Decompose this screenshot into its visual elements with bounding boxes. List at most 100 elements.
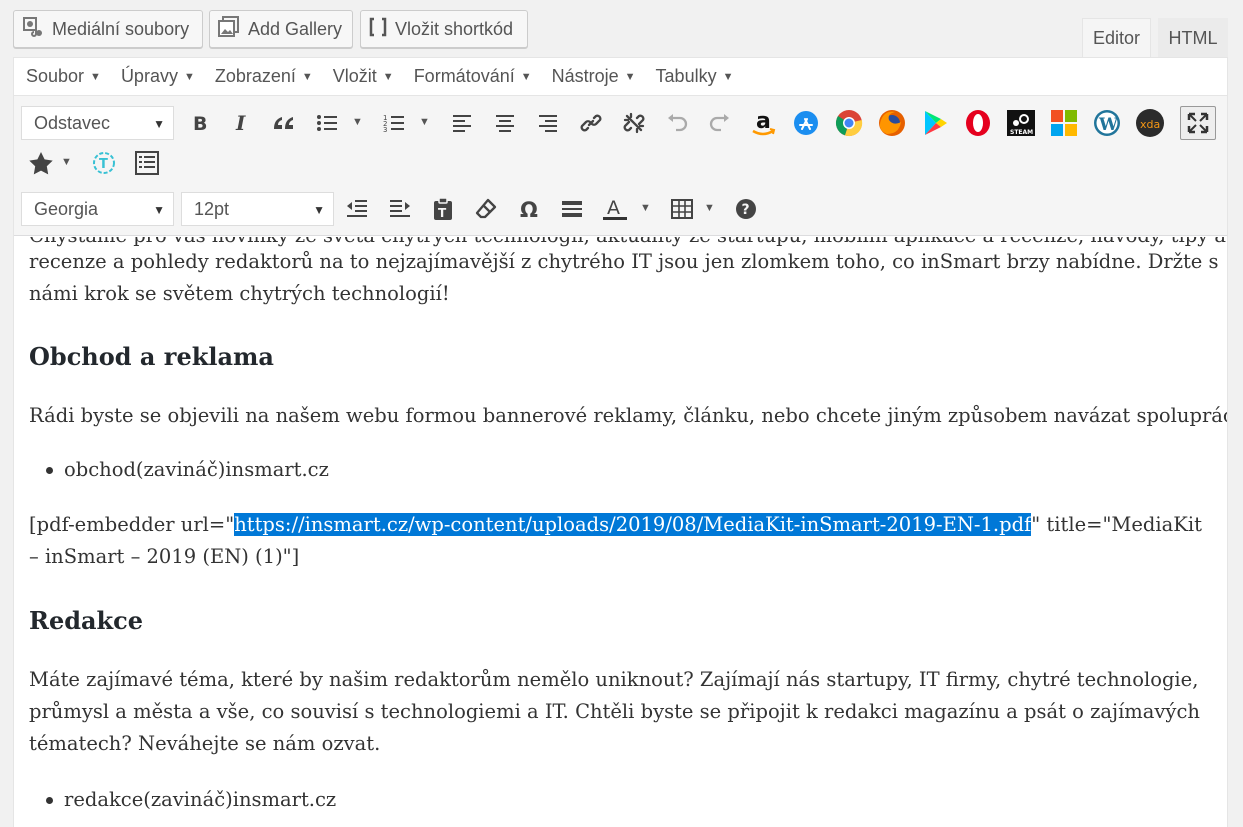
wordpress-button[interactable]: W [1090,106,1124,140]
steam-icon: STEAM [1007,110,1035,136]
chrome-icon [835,110,863,137]
firefox-button[interactable] [875,106,909,140]
favorite-button[interactable] [24,146,58,180]
svg-text:a: a [756,109,771,134]
paste-text-button[interactable]: T [426,192,460,226]
bullet-list-icon [317,115,337,131]
insert-shortcode-button[interactable]: Vložit shortkód [360,10,528,48]
add-media-button[interactable]: Mediální soubory [13,10,203,48]
align-left-button[interactable] [445,106,479,140]
paragraph-line: recenze a pohledy redaktorů na to nejzaj… [29,250,1219,273]
format-select[interactable]: Odstavec ▼ [21,106,174,140]
app-store-icon [794,111,818,135]
bold-button[interactable]: B [182,106,216,140]
caret-down-icon: ▼ [313,203,325,217]
svg-text:STEAM: STEAM [1010,129,1033,136]
menu-file[interactable]: Soubor ▼ [26,66,101,87]
special-character-button[interactable]: Ω [512,192,546,226]
opera-button[interactable] [961,106,995,140]
chrome-button[interactable] [832,106,866,140]
svg-text:T: T [438,206,447,220]
numbered-list-button[interactable]: 123 [377,106,411,140]
pdf-shortcode-line-2: – inSmart – 2019 (EN) (1)"] [29,545,300,568]
redo-button[interactable] [703,106,737,140]
paragraph-editorial: průmysl a města a vše, co souvisí s tech… [29,700,1200,723]
outdent-button[interactable] [340,192,374,226]
xda-button[interactable]: xda [1133,106,1167,140]
tab-html[interactable]: HTML [1158,18,1228,58]
align-center-icon [496,115,514,132]
editor-content[interactable]: Chystáme pro vás novinky ze světa chytrý… [14,237,1227,827]
redo-icon [709,114,729,132]
caret-down-icon[interactable]: ▼ [640,202,651,214]
numbered-list-icon: 123 [383,114,404,133]
font-family-select[interactable]: Georgia ▼ [21,192,174,226]
paragraph-editorial: Máte zajímavé téma, které by našim redak… [29,668,1199,691]
menu-label: Zobrazení [214,66,296,86]
caret-down-icon: ▼ [624,70,636,83]
text-color-button[interactable]: A [598,192,632,226]
app-store-button[interactable] [789,106,823,140]
eraser-icon [475,198,497,219]
blockquote-button[interactable] [267,106,301,140]
caret-down-icon[interactable]: ▼ [704,202,715,214]
font-size-select[interactable]: 12pt ▼ [181,192,334,226]
paragraph-business: Rádi byste se objevili na našem webu for… [29,404,1227,427]
bullet-list-button[interactable] [310,106,344,140]
menu-insert[interactable]: Vložit ▼ [333,66,394,87]
opera-icon [966,110,990,136]
horizontal-line-button[interactable] [555,192,589,226]
format-select-value: Odstavec [34,112,111,133]
caret-down-icon: ▼ [520,70,532,83]
menu-format[interactable]: Formátování ▼ [414,66,532,87]
caret-down-icon: ▼ [722,70,734,83]
gallery-icon [218,15,240,43]
bold-icon: B [193,113,207,133]
tab-editor[interactable]: Editor [1082,18,1151,58]
menu-edit[interactable]: Úpravy ▼ [121,66,195,87]
heading-editorial: Redakce [29,606,144,635]
microsoft-button[interactable] [1047,106,1081,140]
unlink-button[interactable] [617,106,651,140]
unlink-icon [623,112,645,134]
insert-link-button[interactable] [574,106,608,140]
menu-label: Vložit [332,66,377,86]
firefox-icon [879,110,905,136]
menu-view[interactable]: Zobrazení ▼ [215,66,313,87]
svg-text:B: B [193,113,207,133]
google-play-button[interactable] [918,106,952,140]
menu-label: Nástroje [551,66,619,86]
italic-button[interactable]: I [224,106,258,140]
add-gallery-button[interactable]: Add Gallery [209,10,353,48]
list-item-business-email: obchod(zavináč)insmart.cz [46,454,329,486]
list-item-editorial-email: redakce(zavináč)insmart.cz [45,784,336,816]
svg-text:I: I [235,113,246,133]
menu-table[interactable]: Tabulky ▼ [656,66,734,87]
menu-tools[interactable]: Nástroje ▼ [552,66,636,87]
indent-button[interactable] [383,192,417,226]
amazon-button[interactable]: a [746,106,780,140]
caret-down-icon[interactable]: ▼ [352,116,363,128]
heading-business: Obchod a reklama [29,342,274,371]
caret-down-icon: ▼ [153,117,165,131]
fullscreen-button[interactable] [1180,106,1216,140]
steam-button[interactable]: STEAM [1004,106,1038,140]
insert-shortcode-label: Vložit shortkód [395,18,514,39]
help-button[interactable]: ? [729,192,763,226]
indent-icon [390,200,410,217]
align-center-button[interactable] [488,106,522,140]
align-right-button[interactable] [531,106,565,140]
selected-pdf-url[interactable]: https://insmart.cz/wp-content/uploads/20… [234,513,1032,536]
clear-formatting-button[interactable] [469,192,503,226]
table-icon [671,199,693,219]
caret-down-icon: ▼ [382,70,394,83]
table-button[interactable] [665,192,699,226]
caret-down-icon[interactable]: ▼ [61,156,72,168]
caret-down-icon[interactable]: ▼ [419,116,430,128]
menu-label: Tabulky [655,66,717,86]
caret-down-icon: ▼ [90,70,101,83]
caret-down-icon: ▼ [183,70,195,83]
list-view-button[interactable] [130,146,164,180]
tablepress-button[interactable]: T [87,146,121,180]
undo-button[interactable] [660,106,694,140]
